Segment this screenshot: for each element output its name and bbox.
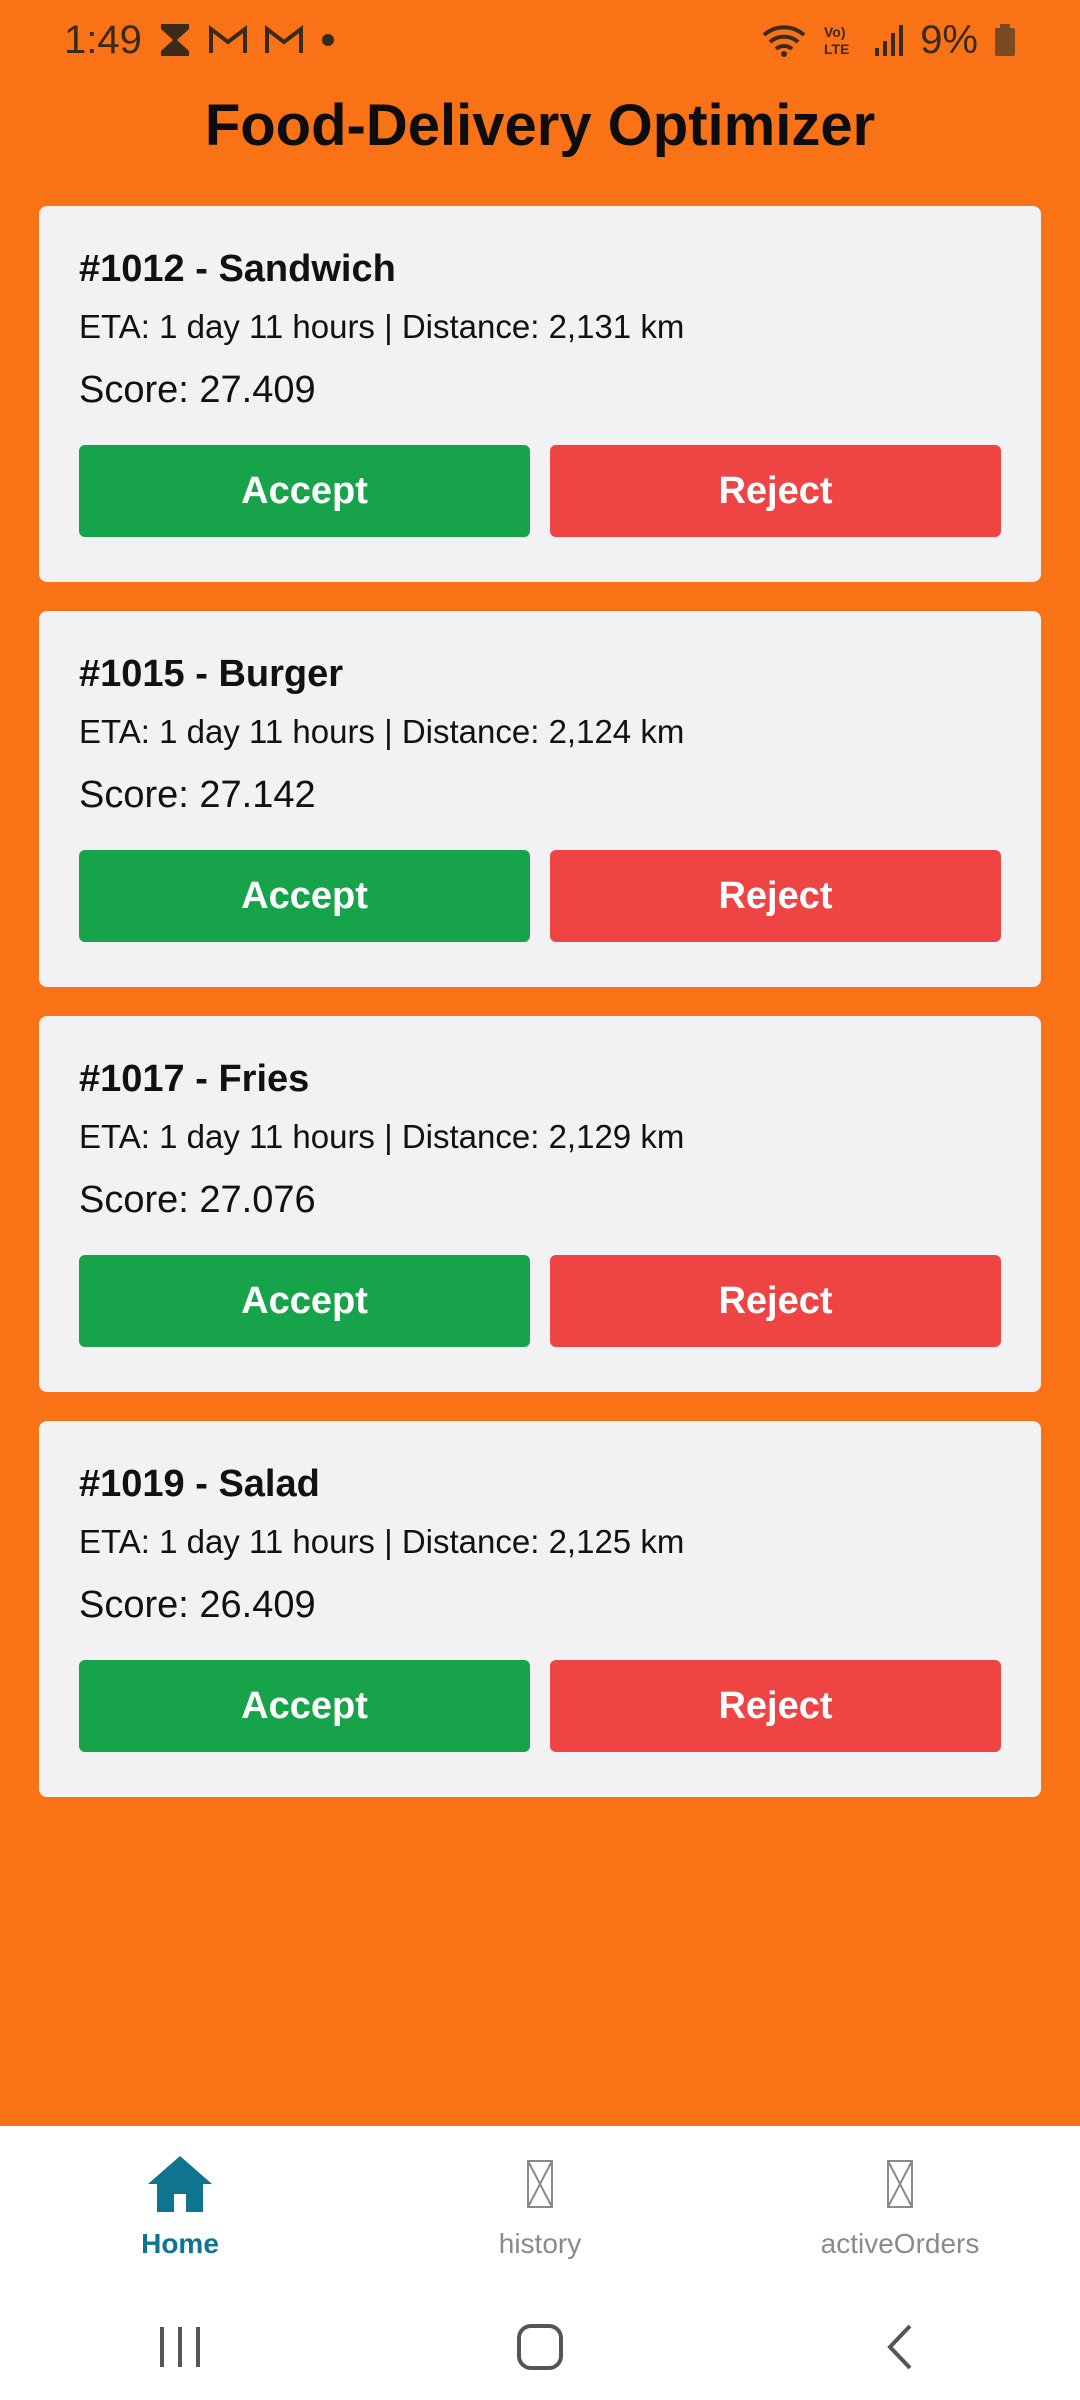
page-title: Food-Delivery Optimizer (204, 93, 876, 158)
back-icon[interactable] (840, 2307, 960, 2387)
tab-home[interactable]: Home (0, 2126, 360, 2294)
order-eta-distance: ETA: 1 day 11 hours | Distance: 2,124 km (79, 713, 685, 750)
status-bar: 1:49 Vo) LTE 9% (0, 0, 1080, 80)
wifi-icon (762, 23, 806, 57)
tab-active-orders-label: activeOrders (820, 2228, 980, 2259)
hourglass-icon (158, 22, 192, 58)
svg-text:Vo): Vo) (824, 24, 846, 40)
order-title: #1017 - Fries (79, 1058, 310, 1100)
battery-icon (994, 24, 1016, 56)
order-eta-distance: ETA: 1 day 11 hours | Distance: 2,125 km (79, 1523, 685, 1560)
accept-button[interactable]: Accept (79, 850, 530, 942)
order-card: #1017 - Fries ETA: 1 day 11 hours | Dist… (39, 1016, 1041, 1392)
order-actions: Accept Reject (79, 850, 1001, 942)
order-card: #1012 - Sandwich ETA: 1 day 11 hours | D… (39, 206, 1041, 582)
status-left: 1:49 (64, 18, 336, 63)
order-card: #1015 - Burger ETA: 1 day 11 hours | Dis… (39, 611, 1041, 987)
reject-button[interactable]: Reject (550, 1255, 1001, 1347)
reject-button[interactable]: Reject (550, 1660, 1001, 1752)
home-button-icon[interactable] (480, 2307, 600, 2387)
tab-active-orders[interactable]: activeOrders (720, 2126, 1080, 2294)
order-score: Score: 27.076 (79, 1179, 316, 1221)
missing-glyph-icon (886, 2152, 914, 2216)
tab-history-label: history (498, 2228, 582, 2259)
tab-history[interactable]: history (360, 2126, 720, 2294)
missing-glyph-icon (526, 2152, 554, 2216)
recent-apps-icon[interactable] (120, 2307, 240, 2387)
order-actions: Accept Reject (79, 1660, 1001, 1752)
order-card: #1019 - Salad ETA: 1 day 11 hours | Dist… (39, 1421, 1041, 1797)
order-score: Score: 27.409 (79, 369, 316, 411)
status-right: Vo) LTE 9% (762, 18, 1016, 63)
system-nav-bar (0, 2294, 1080, 2400)
order-title: #1012 - Sandwich (79, 248, 396, 290)
accept-button[interactable]: Accept (79, 1660, 530, 1752)
order-list: #1012 - Sandwich ETA: 1 day 11 hours | D… (39, 206, 1041, 1826)
gmail-icon (264, 25, 304, 55)
order-actions: Accept Reject (79, 445, 1001, 537)
reject-button[interactable]: Reject (550, 445, 1001, 537)
order-eta-distance: ETA: 1 day 11 hours | Distance: 2,131 km (79, 308, 685, 345)
reject-button[interactable]: Reject (550, 850, 1001, 942)
dot-icon (320, 32, 336, 48)
order-title: #1019 - Salad (79, 1463, 320, 1505)
home-icon (146, 2152, 214, 2216)
app-screen: 1:49 Vo) LTE 9% Food-Delivery Optimizer … (0, 0, 1080, 2400)
svg-text:LTE: LTE (824, 41, 849, 57)
tab-home-label: Home (141, 2228, 219, 2259)
signal-icon (874, 24, 904, 56)
order-title: #1015 - Burger (79, 653, 344, 695)
bottom-nav: Home history activeOrders (0, 2126, 1080, 2294)
volte-icon: Vo) LTE (822, 23, 858, 57)
order-eta-distance: ETA: 1 day 11 hours | Distance: 2,129 km (79, 1118, 685, 1155)
order-score: Score: 26.409 (79, 1584, 316, 1626)
gmail-icon (208, 25, 248, 55)
battery-percent: 9% (920, 17, 978, 62)
status-time: 1:49 (64, 17, 142, 62)
order-actions: Accept Reject (79, 1255, 1001, 1347)
accept-button[interactable]: Accept (79, 445, 530, 537)
order-score: Score: 27.142 (79, 774, 316, 816)
accept-button[interactable]: Accept (79, 1255, 530, 1347)
